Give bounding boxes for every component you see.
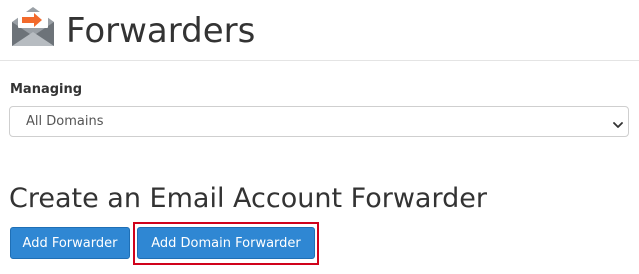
section-heading: Create an Email Account Forwarder [9, 183, 487, 214]
page-title: Forwarders [66, 11, 256, 51]
domain-select[interactable]: All Domains [9, 106, 629, 137]
domain-select-value: All Domains [26, 114, 104, 129]
page-header: Forwarders [0, 0, 639, 61]
add-forwarder-button[interactable]: Add Forwarder [10, 227, 130, 259]
managing-label: Managing [10, 82, 83, 97]
chevron-down-icon [612, 116, 624, 128]
envelope-forward-icon [8, 4, 58, 50]
add-domain-forwarder-button[interactable]: Add Domain Forwarder [137, 227, 315, 259]
